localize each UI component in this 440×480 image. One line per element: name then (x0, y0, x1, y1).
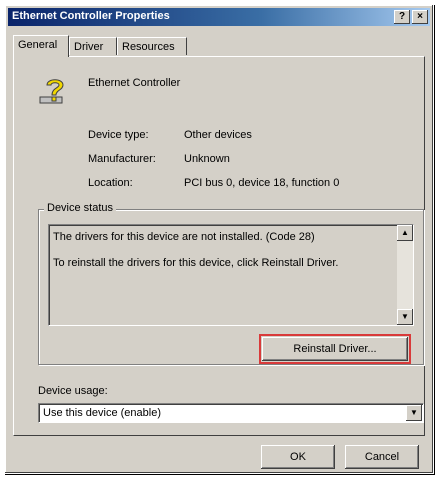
status-line-instruction: To reinstall the drivers for this device… (53, 257, 339, 269)
status-scrollbar[interactable]: ▲ ▼ (397, 225, 413, 325)
manufacturer-label: Manufacturer: (88, 153, 156, 165)
device-type-label: Device type: (88, 129, 149, 141)
general-tab-panel: Ethernet Controller Device type: Other d… (13, 56, 425, 436)
scroll-up-icon[interactable]: ▲ (397, 225, 413, 241)
device-usage-select[interactable]: Use this device (enable) ▼ (38, 403, 424, 423)
reinstall-driver-button[interactable]: Reinstall Driver... (259, 334, 411, 364)
cancel-button[interactable]: Cancel (345, 445, 419, 469)
tab-driver[interactable]: Driver (69, 37, 117, 55)
device-usage-value: Use this device (enable) (43, 407, 162, 419)
ok-button[interactable]: OK (261, 445, 335, 469)
properties-dialog: Ethernet Controller Properties ? × Gener… (4, 4, 434, 474)
location-label: Location: (88, 177, 133, 189)
unknown-device-question-icon (39, 79, 64, 104)
manufacturer-value: Unknown (184, 153, 230, 165)
device-status-textbox[interactable]: The drivers for this device are not inst… (48, 224, 414, 326)
chevron-down-icon[interactable]: ▼ (406, 405, 422, 421)
location-value: PCI bus 0, device 18, function 0 (184, 177, 340, 189)
scroll-down-icon[interactable]: ▼ (397, 309, 413, 325)
device-usage-label: Device usage: (38, 385, 108, 397)
help-button[interactable]: ? (394, 10, 410, 24)
status-line-code: The drivers for this device are not inst… (53, 231, 315, 243)
close-button[interactable]: × (412, 10, 428, 24)
device-status-title: Device status (44, 202, 117, 214)
device-type-value: Other devices (184, 129, 252, 141)
title-bar[interactable]: Ethernet Controller Properties ? × (8, 8, 430, 26)
tab-general[interactable]: General (13, 35, 69, 57)
tab-resources[interactable]: Resources (117, 37, 187, 55)
window-title: Ethernet Controller Properties (12, 10, 170, 22)
device-name: Ethernet Controller (88, 77, 181, 89)
